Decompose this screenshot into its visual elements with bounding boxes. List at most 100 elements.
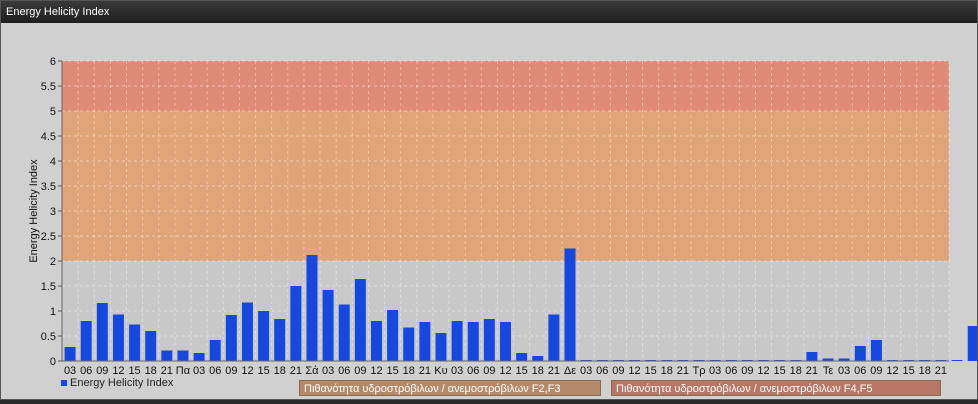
x-tick-label-47: Τε bbox=[823, 365, 834, 377]
bar-5 bbox=[145, 331, 157, 361]
chart-window: Energy Helicity Index 0 0.5 1 1.5 2 2.5 3 3.5 4 4… bbox=[0, 0, 978, 400]
x-tick-label-37: 18 bbox=[661, 365, 673, 377]
y-tick-label-9: 4.5 bbox=[41, 131, 56, 143]
bar-4 bbox=[129, 324, 141, 361]
bar-6 bbox=[161, 350, 173, 361]
x-tick-label-51: 12 bbox=[886, 365, 898, 377]
bar-12 bbox=[258, 311, 270, 361]
bar-21 bbox=[403, 327, 415, 361]
x-tick-label-42: 09 bbox=[741, 365, 753, 377]
x-tick-label-12: 15 bbox=[257, 365, 269, 377]
bar-46 bbox=[806, 352, 818, 361]
x-tick-label-8: 03 bbox=[193, 365, 205, 377]
legend-swatch bbox=[61, 380, 67, 387]
bar-10 bbox=[225, 315, 237, 361]
x-tick-label-41: 06 bbox=[725, 365, 737, 377]
x-tick-label-19: 12 bbox=[370, 365, 382, 377]
bar-22 bbox=[419, 322, 431, 361]
x-tick-label-53: 18 bbox=[919, 365, 931, 377]
bar-26 bbox=[483, 319, 495, 361]
bar-2 bbox=[96, 303, 108, 361]
bar-20 bbox=[387, 310, 399, 361]
x-tick-label-7: Πα bbox=[176, 365, 191, 377]
legend-series-label: Energy Helicity Index bbox=[70, 377, 174, 389]
bar-13 bbox=[274, 319, 286, 361]
y-axis-label: Energy Helicity Index bbox=[28, 159, 40, 263]
x-tick-label-46: 21 bbox=[806, 365, 818, 377]
bar-56 bbox=[967, 326, 978, 361]
bar-30 bbox=[548, 314, 560, 361]
bar-18 bbox=[354, 279, 366, 361]
x-tick-label-15: Σά bbox=[305, 365, 319, 377]
x-tick-label-25: 06 bbox=[467, 365, 479, 377]
bar-29 bbox=[532, 356, 544, 361]
x-tick-label-36: 15 bbox=[645, 365, 657, 377]
x-tick-label-38: 21 bbox=[677, 365, 689, 377]
legend-band-f2f3: Πιθανότητα υδροστρόβιλων / ανεμοστρόβιλω… bbox=[299, 380, 601, 396]
x-tick-label-23: Κυ bbox=[434, 365, 447, 377]
x-tick-label-40: 03 bbox=[709, 365, 721, 377]
x-tick-label-49: 06 bbox=[854, 365, 866, 377]
x-tick-label-48: 03 bbox=[838, 365, 850, 377]
bar-25 bbox=[467, 322, 479, 361]
x-tick-label-35: 12 bbox=[628, 365, 640, 377]
plot-area: 0 0.5 1 1.5 2 2.5 3 3.5 4 4.5 5 5.5 6 03 06 09 12 15 18 21… bbox=[1, 23, 978, 399]
bar-15 bbox=[306, 255, 318, 361]
window-title: Energy Helicity Index bbox=[1, 1, 977, 23]
x-tick-label-27: 12 bbox=[499, 365, 511, 377]
y-tick-label-0: 0 bbox=[50, 356, 56, 368]
y-tick-label-6: 3 bbox=[50, 206, 56, 218]
x-tick-label-50: 09 bbox=[870, 365, 882, 377]
y-tick-label-10: 5 bbox=[50, 106, 56, 118]
y-tick-label-3: 1.5 bbox=[41, 281, 56, 293]
bar-0 bbox=[64, 347, 76, 361]
legend-band-f2f3-label: Πιθανότητα υδροστρόβιλων / ανεμοστρόβιλω… bbox=[304, 383, 561, 395]
x-axis: 03 06 09 12 15 18 21 Πα 03 06 09 12 15 18 21 Σά 03 06 09 12… bbox=[62, 360, 949, 377]
bar-31 bbox=[564, 248, 576, 361]
ehi-bar-chart: 0 0.5 1 1.5 2 2.5 3 3.5 4 4.5 5 5.5 6 03 06 09 12 15 18 21… bbox=[28, 56, 978, 377]
x-tick-label-33: 06 bbox=[596, 365, 608, 377]
bar-3 bbox=[112, 314, 124, 361]
x-tick-label-21: 18 bbox=[403, 365, 415, 377]
bar-1 bbox=[80, 321, 92, 361]
bar-27 bbox=[500, 322, 511, 361]
bar-8 bbox=[193, 353, 205, 361]
y-tick-label-11: 5.5 bbox=[41, 81, 56, 93]
legend-band-f4f5-label: Πιθανότητα υδροστρόβιλων / ανεμοστρόβιλω… bbox=[616, 383, 873, 395]
bar-23 bbox=[435, 333, 447, 361]
x-tick-label-28: 15 bbox=[516, 365, 528, 377]
y-axis: 0 0.5 1 1.5 2 2.5 3 3.5 4 4.5 5 5.5 6 bbox=[41, 56, 63, 368]
bar-49 bbox=[854, 346, 866, 361]
x-tick-label-18: 09 bbox=[354, 365, 366, 377]
y-tick-label-7: 3.5 bbox=[41, 181, 56, 193]
y-tick-label-8: 4 bbox=[50, 156, 56, 168]
bar-7 bbox=[177, 350, 189, 361]
x-tick-label-22: 21 bbox=[419, 365, 431, 377]
x-tick-label-29: 18 bbox=[532, 365, 544, 377]
bar-11 bbox=[241, 302, 253, 361]
x-tick-label-32: 03 bbox=[580, 365, 592, 377]
y-tick-label-4: 2 bbox=[50, 256, 56, 268]
legend-band-f4f5: Πιθανότητα υδροστρόβιλων / ανεμοστρόβιλω… bbox=[611, 380, 941, 396]
bar-28 bbox=[516, 353, 528, 361]
x-tick-label-43: 12 bbox=[757, 365, 769, 377]
y-tick-label-12: 6 bbox=[50, 56, 56, 68]
x-tick-label-13: 18 bbox=[274, 365, 286, 377]
x-tick-label-44: 15 bbox=[774, 365, 786, 377]
bar-14 bbox=[290, 286, 302, 361]
x-tick-label-26: 09 bbox=[483, 365, 495, 377]
x-tick-label-39: Τρ bbox=[693, 365, 706, 377]
x-tick-label-17: 06 bbox=[338, 365, 350, 377]
x-tick-label-24: 03 bbox=[451, 365, 463, 377]
x-tick-label-20: 15 bbox=[386, 365, 398, 377]
bar-55 bbox=[951, 360, 963, 361]
x-tick-label-14: 21 bbox=[290, 365, 302, 377]
x-tick-label-31: Δε bbox=[564, 365, 576, 377]
y-tick-label-1: 0.5 bbox=[41, 331, 56, 343]
x-tick-label-11: 12 bbox=[241, 365, 253, 377]
bar-24 bbox=[451, 321, 463, 361]
bar-16 bbox=[322, 290, 334, 361]
y-tick-label-5: 2.5 bbox=[41, 231, 56, 243]
x-tick-label-54: 21 bbox=[935, 365, 947, 377]
bar-50 bbox=[870, 340, 882, 361]
